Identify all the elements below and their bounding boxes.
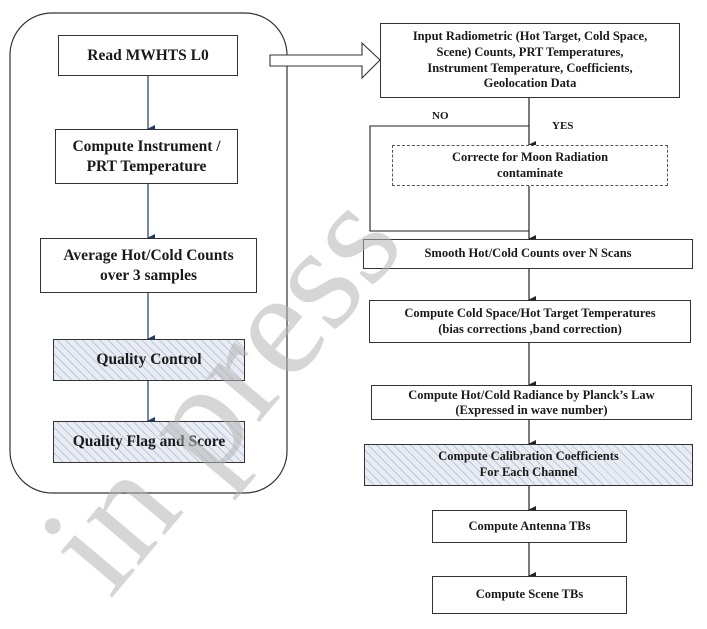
step-label: Instrument Temperature, Coefficients, [427, 60, 633, 75]
branch-yes-label: YES [552, 120, 574, 132]
step-label: (Expressed in wave number) [455, 402, 608, 417]
step-planck-radiance: Compute Hot/Cold Radiance by Planck’s La… [371, 385, 692, 420]
step-moon-correction: Correcte for Moon Radiation contaminate [392, 145, 668, 186]
step-label: Input Radiometric (Hot Target, Cold Spac… [412, 29, 648, 44]
step-label: contaminate [497, 165, 563, 180]
step-quality-flag: Quality Flag and Score [53, 421, 245, 463]
step-label: For Each Channel [479, 465, 578, 479]
step-smooth-counts: Smooth Hot/Cold Counts over N Scans [363, 239, 693, 269]
step-label: Correcte for Moon Radiation [451, 149, 609, 164]
branch-no-label: NO [432, 110, 449, 122]
step-label: Compute Antenna TBs [468, 518, 591, 533]
step-label: Compute Hot/Cold Radiance by Planck’s La… [408, 388, 655, 403]
step-average-counts: Average Hot/Cold Counts over 3 samples [40, 238, 257, 293]
step-scene-tbs: Compute Scene TBs [432, 576, 627, 614]
step-calibration-coefficients: Compute Calibration Coefficients For Eac… [364, 444, 693, 486]
step-quality-control: Quality Control [53, 339, 245, 381]
step-label: Compute Scene TBs [475, 587, 584, 602]
step-read-mwhts: Read MWHTS L0 [58, 35, 238, 76]
step-label: Compute Cold Space/Hot Target Temperatur… [404, 305, 656, 320]
step-compute-instrument: Compute Instrument / PRT Temperature [55, 129, 238, 184]
step-label: Geolocation Data [483, 76, 577, 91]
step-label: Compute Calibration Coefficients [438, 449, 619, 464]
step-label: PRT Temperature [86, 157, 207, 175]
step-label: Smooth Hot/Cold Counts over N Scans [424, 246, 632, 261]
step-label: Read MWHTS L0 [87, 46, 209, 64]
step-cold-hot-temperatures: Compute Cold Space/Hot Target Temperatur… [369, 300, 691, 343]
step-label: Compute Instrument / [72, 138, 221, 156]
step-label: Average Hot/Cold Counts [63, 247, 234, 265]
step-label: Quality Control [96, 351, 202, 369]
step-label: (bias corrections ,band correction) [438, 321, 622, 336]
step-input-radiometric: Input Radiometric (Hot Target, Cold Spac… [380, 23, 680, 98]
step-label: over 3 samples [99, 266, 197, 284]
step-label: Quality Flag and Score [72, 433, 226, 451]
step-antenna-tbs: Compute Antenna TBs [432, 510, 627, 543]
step-label: Scene) Counts, PRT Temperatures, [436, 44, 624, 59]
